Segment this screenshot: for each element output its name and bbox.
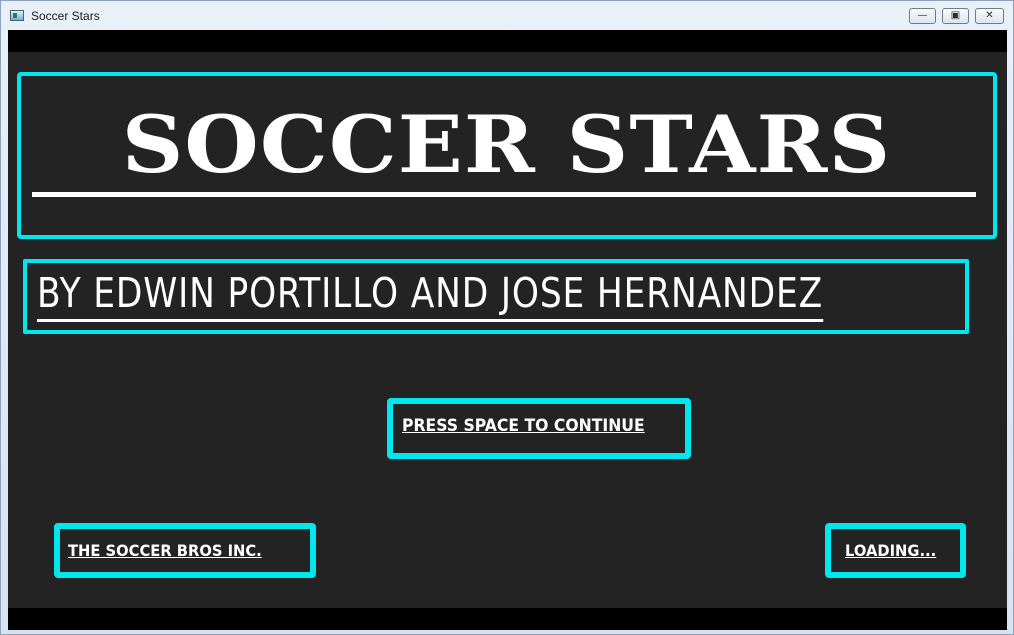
game-title: SOCCER STARS <box>121 98 892 191</box>
title-underline <box>32 192 976 197</box>
top-letterbox-bar <box>8 30 1007 52</box>
close-icon: ✕ <box>985 10 994 21</box>
maximize-icon: ▣ <box>950 10 961 21</box>
title-frame: SOCCER STARS <box>17 72 997 239</box>
continue-prompt-box: PRESS SPACE TO CONTINUE <box>387 398 691 459</box>
app-window-icon <box>10 10 24 21</box>
loading-box: LOADING... <box>825 523 966 578</box>
credits-text: BY EDWIN PORTILLO AND JOSE HERNANDEZ <box>37 267 824 322</box>
application-window: Soccer Stars — ▣ ✕ SOCCER STARS BY EDWIN… <box>0 0 1014 635</box>
minimize-button[interactable]: — <box>909 8 936 24</box>
game-canvas[interactable]: SOCCER STARS BY EDWIN PORTILLO AND JOSE … <box>8 30 1007 630</box>
bottom-letterbox-bar <box>8 608 1007 630</box>
maximize-button[interactable]: ▣ <box>942 8 969 24</box>
window-title: Soccer Stars <box>31 9 100 23</box>
loading-status: LOADING... <box>845 541 937 560</box>
minimize-icon: — <box>917 10 928 21</box>
window-titlebar[interactable]: Soccer Stars — ▣ ✕ <box>1 1 1013 29</box>
credits-frame: BY EDWIN PORTILLO AND JOSE HERNANDEZ <box>23 259 969 334</box>
company-name: THE SOCCER BROS INC. <box>68 541 262 560</box>
continue-prompt: PRESS SPACE TO CONTINUE <box>402 416 645 436</box>
company-box: THE SOCCER BROS INC. <box>54 523 316 578</box>
close-button[interactable]: ✕ <box>975 8 1004 24</box>
